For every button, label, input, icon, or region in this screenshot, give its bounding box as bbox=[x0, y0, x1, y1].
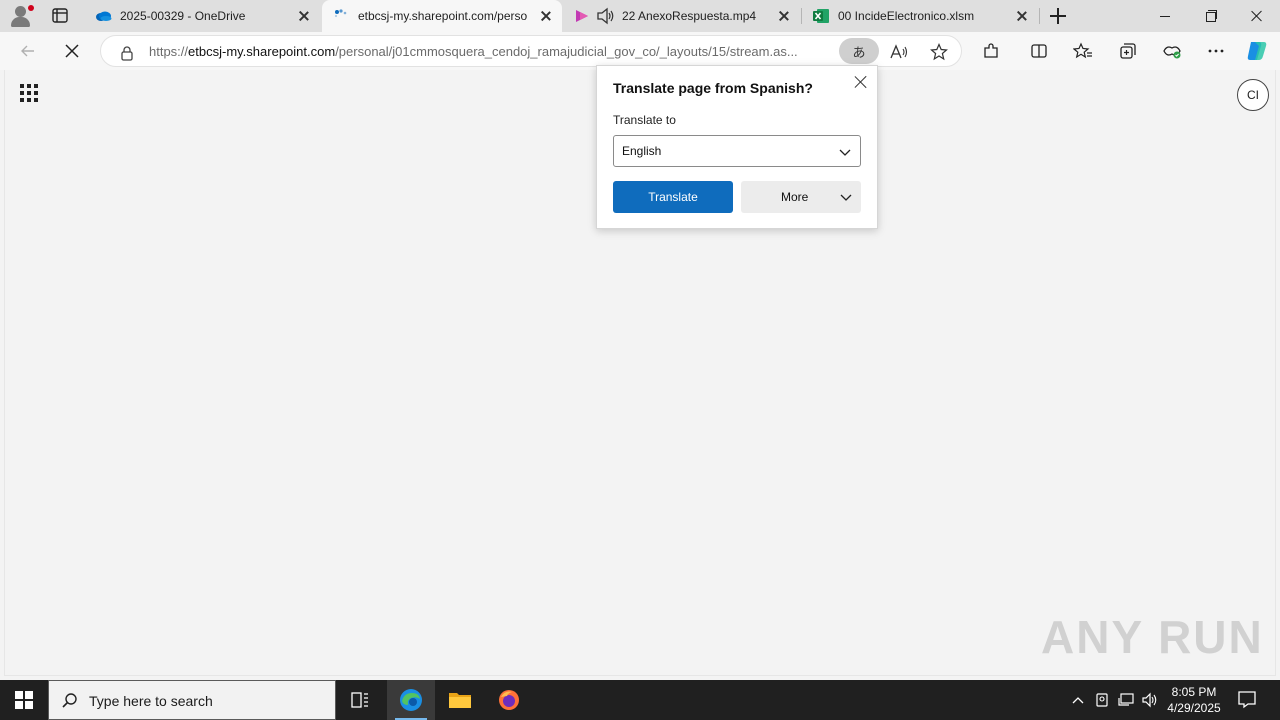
start-button[interactable] bbox=[0, 680, 48, 720]
tab-close-icon[interactable] bbox=[296, 8, 312, 24]
search-icon bbox=[61, 692, 79, 713]
tab-actions-icon[interactable] bbox=[48, 6, 72, 26]
edge-taskbar-icon[interactable] bbox=[387, 680, 435, 720]
network-icon[interactable] bbox=[1116, 690, 1136, 710]
onedrive-cloud-icon bbox=[94, 7, 112, 25]
volume-icon[interactable] bbox=[1140, 690, 1160, 710]
tab-close-icon[interactable] bbox=[776, 8, 792, 24]
selected-language: English bbox=[622, 144, 662, 158]
tab-strip: 2025-00329 - OneDrive etbcsj-my.sharepoi… bbox=[0, 0, 1280, 32]
translate-icon[interactable]: あ bbox=[839, 38, 879, 64]
translate-popup: Translate page from Spanish? Translate t… bbox=[596, 65, 878, 229]
loading-spinner-icon bbox=[332, 7, 350, 25]
browser-essentials-icon[interactable] bbox=[1158, 37, 1186, 65]
tab-close-icon[interactable] bbox=[538, 8, 554, 24]
extensions-icon[interactable] bbox=[977, 37, 1005, 65]
translate-to-label: Translate to bbox=[613, 113, 676, 127]
popup-title: Translate page from Spanish? bbox=[613, 80, 813, 96]
favorite-star-icon[interactable] bbox=[927, 40, 951, 64]
translate-button[interactable]: Translate bbox=[613, 181, 733, 213]
chevron-down-icon bbox=[838, 145, 852, 162]
copilot-icon[interactable] bbox=[1243, 37, 1271, 65]
tab-title: etbcsj-my.sharepoint.com/perso bbox=[358, 9, 528, 23]
excel-icon bbox=[812, 7, 830, 25]
settings-more-icon[interactable] bbox=[1202, 37, 1230, 65]
new-tab-button[interactable] bbox=[1048, 6, 1068, 26]
restore-button[interactable] bbox=[1188, 0, 1234, 32]
read-aloud-icon[interactable] bbox=[887, 40, 911, 64]
more-button-label: More bbox=[781, 190, 809, 204]
tab-excel[interactable]: 00 IncideElectronico.xlsm bbox=[802, 0, 1038, 32]
clock-date: 4/29/2025 bbox=[1167, 701, 1221, 715]
url-text[interactable]: https://etbcsj-my.sharepoint.com/persona… bbox=[149, 44, 835, 59]
popup-close-icon[interactable] bbox=[851, 72, 871, 92]
firefox-icon[interactable] bbox=[485, 680, 533, 720]
tab-title: 2025-00329 - OneDrive bbox=[120, 9, 246, 23]
taskbar: Type here to search 8:05 PM 4/29/2025 bbox=[0, 680, 1280, 720]
tab-separator bbox=[1039, 8, 1040, 24]
favorites-icon[interactable] bbox=[1069, 37, 1097, 65]
meet-now-icon[interactable] bbox=[1092, 690, 1112, 710]
app-launcher-icon[interactable] bbox=[20, 84, 38, 102]
split-screen-icon[interactable] bbox=[1025, 37, 1053, 65]
stream-video-icon bbox=[574, 7, 614, 25]
tab-title: 00 IncideElectronico.xlsm bbox=[838, 9, 975, 23]
lock-icon[interactable] bbox=[120, 45, 134, 64]
more-button[interactable]: More bbox=[741, 181, 861, 213]
file-explorer-icon[interactable] bbox=[436, 680, 484, 720]
clock-time: 8:05 PM bbox=[1171, 685, 1217, 699]
window-close-button[interactable] bbox=[1234, 0, 1280, 32]
windows-logo-icon bbox=[15, 691, 33, 709]
notification-center-icon[interactable] bbox=[1236, 688, 1260, 712]
language-select[interactable]: English bbox=[613, 135, 861, 167]
system-clock[interactable]: 8:05 PM 4/29/2025 bbox=[1160, 684, 1228, 716]
tab-close-icon[interactable] bbox=[1014, 8, 1030, 24]
address-bar[interactable]: https://etbcsj-my.sharepoint.com/persona… bbox=[100, 35, 962, 67]
tab-onedrive[interactable]: 2025-00329 - OneDrive bbox=[84, 0, 320, 32]
tab-title: 22 AnexoRespuesta.mp4 bbox=[622, 9, 757, 23]
back-arrow-icon bbox=[21, 45, 34, 57]
avatar[interactable]: CI bbox=[1237, 79, 1269, 111]
back-button[interactable] bbox=[14, 37, 42, 65]
profile-icon[interactable] bbox=[8, 4, 34, 28]
chevron-down-icon bbox=[839, 190, 853, 207]
collections-icon[interactable] bbox=[1114, 37, 1142, 65]
minimize-button[interactable] bbox=[1142, 0, 1188, 32]
stop-x-icon bbox=[65, 44, 79, 58]
search-placeholder: Type here to search bbox=[89, 693, 213, 709]
taskbar-search[interactable]: Type here to search bbox=[48, 680, 336, 720]
task-view-icon[interactable] bbox=[336, 680, 384, 720]
watermark-logo: ANY RUN bbox=[1041, 611, 1264, 663]
tab-video[interactable]: 22 AnexoRespuesta.mp4 bbox=[564, 0, 800, 32]
chevron-up-icon[interactable] bbox=[1068, 690, 1088, 710]
tab-sharepoint[interactable]: etbcsj-my.sharepoint.com/perso bbox=[322, 0, 562, 32]
stop-loading-button[interactable] bbox=[58, 37, 86, 65]
